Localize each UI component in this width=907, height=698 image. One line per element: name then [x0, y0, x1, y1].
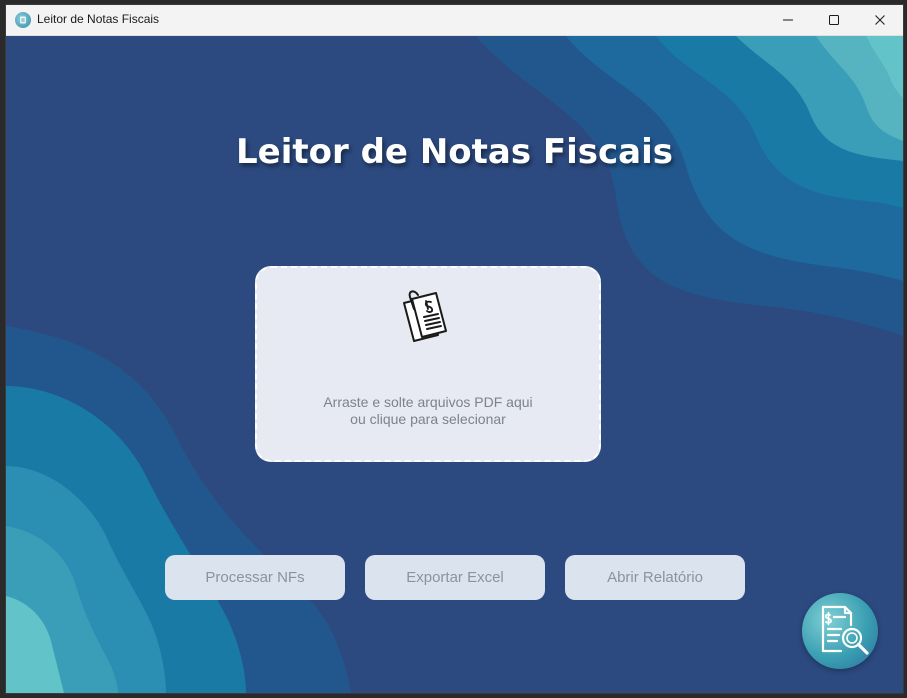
pdf-dropzone[interactable]: Arraste e solte arquivos PDF aqui ou cli…	[255, 266, 601, 462]
page-title: Leitor de Notas Fiscais	[235, 132, 674, 172]
process-nfs-button[interactable]: Processar NFs	[165, 555, 345, 600]
invoice-documents-icon	[403, 290, 447, 342]
window-title: Leitor de Notas Fiscais	[37, 12, 160, 26]
dropzone-line-2: ou clique para selecionar	[350, 411, 506, 427]
maximize-button[interactable]	[811, 5, 857, 35]
app-window: Leitor de Notas Fiscais Leitor de Notas …	[5, 4, 904, 694]
minimize-button[interactable]	[765, 5, 811, 35]
export-excel-button[interactable]: Exportar Excel	[365, 555, 545, 600]
open-report-button[interactable]: Abrir Relatório	[565, 555, 745, 600]
minimize-icon	[783, 19, 793, 21]
main-content: Leitor de Notas Fiscais Arraste e solte …	[6, 36, 903, 693]
report-search-icon	[821, 605, 869, 655]
close-icon	[875, 15, 885, 25]
report-search-button[interactable]	[802, 593, 878, 669]
app-logo-icon	[15, 12, 31, 28]
dropzone-line-1: Arraste e solte arquivos PDF aqui	[323, 394, 533, 410]
title-bar[interactable]: Leitor de Notas Fiscais	[6, 5, 903, 36]
dropzone-instructions: Arraste e solte arquivos PDF aqui ou cli…	[257, 394, 599, 428]
maximize-icon	[829, 15, 839, 25]
close-button[interactable]	[857, 5, 903, 35]
